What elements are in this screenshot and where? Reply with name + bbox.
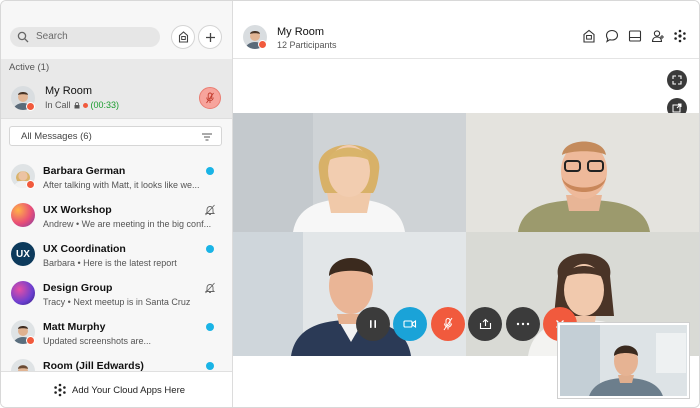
more-icon — [516, 322, 530, 326]
add-button[interactable] — [198, 25, 222, 49]
room-header: My Room 12 Participants — [233, 1, 699, 59]
recording-dot-icon — [82, 102, 88, 108]
list-item[interactable]: Barbara German After talking with Matt, … — [1, 161, 232, 200]
unread-indicator — [206, 362, 214, 370]
lock-icon — [74, 101, 80, 108]
expand-icon — [672, 75, 682, 85]
item-preview: Andrew • We are meeting in the big conf.… — [43, 219, 212, 229]
person-icon[interactable] — [651, 29, 665, 43]
share-button[interactable] — [468, 307, 502, 341]
item-name: Matt Murphy — [43, 321, 106, 333]
list-item[interactable]: UX UX Coordination Barbara • Here is the… — [1, 239, 232, 278]
initials-text: UX — [16, 248, 30, 260]
list-item[interactable]: UX Workshop Andrew • We are meeting in t… — [1, 200, 232, 239]
room-icon — [178, 31, 188, 43]
participant-video — [233, 113, 466, 232]
app-window: Search Active (1) My Room In Call (00:33… — [0, 0, 700, 408]
list-item[interactable]: Room (Jill Edwards) — [1, 356, 232, 371]
item-name: Barbara German — [43, 165, 126, 177]
mute-button[interactable] — [431, 307, 465, 341]
room-icon[interactable] — [582, 29, 596, 43]
call-duration: (00:33) — [90, 100, 120, 110]
calendar-icon[interactable] — [628, 29, 642, 43]
asterisk-icon — [54, 383, 66, 397]
status-badge — [26, 180, 35, 189]
asterisk-icon[interactable] — [673, 29, 687, 43]
unread-indicator — [206, 245, 214, 253]
item-name: UX Coordination — [43, 243, 126, 255]
gradient-avatar — [11, 281, 35, 305]
item-preview: Barbara • Here is the latest report — [43, 258, 177, 268]
item-preview: Updated screenshots are... — [43, 336, 152, 346]
video-tile-participant-1[interactable] — [233, 113, 466, 232]
filter-label: All Messages (6) — [21, 131, 92, 142]
status-badge — [258, 40, 267, 49]
search-input[interactable]: Search — [10, 27, 160, 47]
search-icon — [17, 31, 29, 43]
item-name: UX Workshop — [43, 204, 112, 216]
item-name: Room (Jill Edwards) — [43, 360, 144, 371]
popout-icon — [672, 103, 682, 113]
chat-bubble-icon[interactable] — [605, 29, 619, 43]
unmute-button[interactable] — [199, 87, 221, 109]
unread-indicator — [206, 323, 214, 331]
microphone-muted-icon — [443, 317, 453, 331]
bell-muted-icon — [204, 282, 216, 294]
call-status: In Call (00:33) — [45, 100, 119, 110]
video-tile-participant-2[interactable] — [466, 113, 699, 232]
message-filter[interactable]: All Messages (6) — [9, 126, 222, 146]
video-camera-icon — [403, 319, 417, 329]
search-placeholder: Search — [36, 31, 68, 42]
status-badge — [26, 102, 35, 111]
video-tile-participant-3[interactable] — [233, 232, 466, 356]
cloud-apps-footer[interactable]: Add Your Cloud Apps Here — [1, 371, 232, 407]
status-badge — [26, 336, 35, 345]
room-button[interactable] — [171, 25, 195, 49]
self-video — [560, 325, 687, 396]
bell-muted-icon — [204, 204, 216, 216]
item-preview: After talking with Matt, it looks like w… — [43, 180, 200, 190]
more-button[interactable] — [506, 307, 540, 341]
gradient-avatar — [11, 203, 35, 227]
sidebar: Search Active (1) My Room In Call (00:33… — [1, 1, 233, 407]
active-call-row[interactable]: My Room In Call (00:33) — [1, 77, 232, 119]
filter-icon — [202, 133, 212, 141]
video-button[interactable] — [393, 307, 427, 341]
list-item[interactable]: Matt Murphy Updated screenshots are... — [1, 317, 232, 356]
avatar — [11, 359, 35, 371]
item-preview: Tracy • Next meetup is in Santa Cruz — [43, 297, 191, 307]
cloud-apps-label: Add Your Cloud Apps Here — [72, 385, 186, 396]
microphone-muted-icon — [206, 92, 214, 104]
hold-button[interactable] — [356, 307, 390, 341]
self-view[interactable] — [558, 323, 689, 398]
active-section-header: Active (1) — [1, 59, 232, 77]
initials-avatar: UX — [11, 242, 35, 266]
item-name: Design Group — [43, 282, 113, 294]
active-section-label: Active (1) — [9, 62, 50, 73]
share-screen-icon — [479, 318, 491, 330]
participant-video — [233, 232, 466, 356]
participant-video — [466, 113, 699, 232]
plus-icon — [205, 32, 215, 42]
expand-button[interactable] — [667, 70, 687, 90]
participant-count[interactable]: 12 Participants — [277, 40, 337, 50]
pause-icon — [370, 320, 376, 328]
room-title: My Room — [277, 26, 325, 38]
list-item[interactable]: Design Group Tracy • Next meetup is in S… — [1, 278, 232, 317]
active-room-title: My Room — [45, 85, 93, 97]
call-status-text: In Call — [45, 100, 71, 110]
unread-indicator — [206, 167, 214, 175]
